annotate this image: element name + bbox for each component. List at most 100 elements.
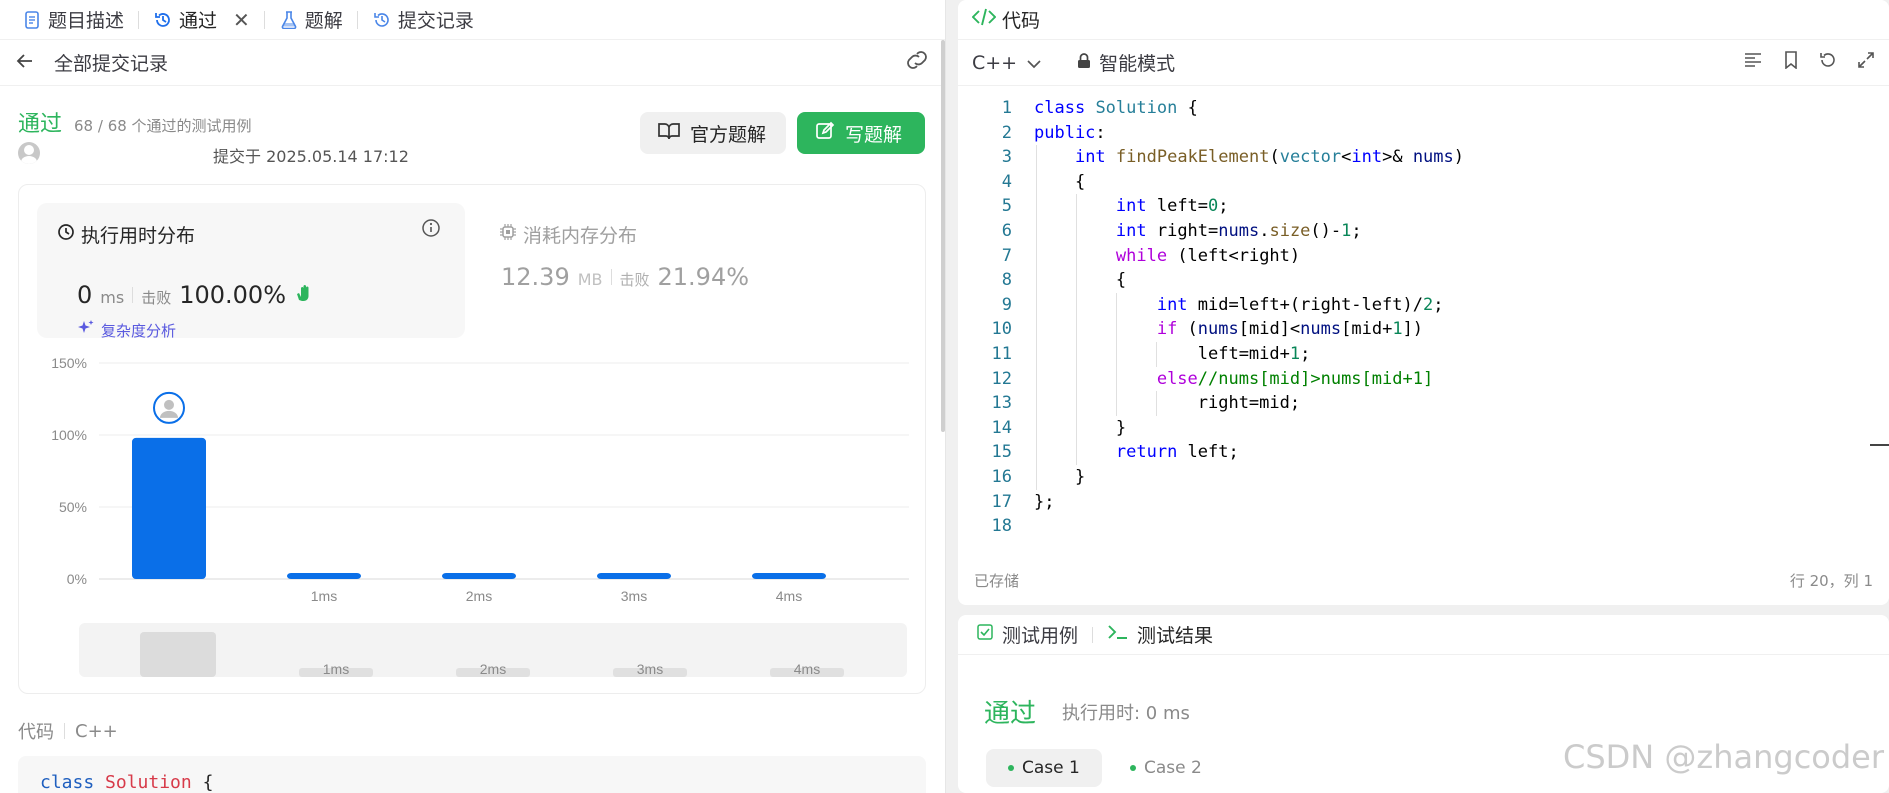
code-line[interactable]: 10 if (nums[mid]<nums[mid+1]) bbox=[958, 317, 1889, 342]
x-tick-label: 2ms bbox=[466, 588, 492, 604]
line-number: 5 bbox=[1001, 196, 1012, 217]
format-icon[interactable] bbox=[1743, 51, 1763, 74]
code-line[interactable]: 7 while (left<right) bbox=[958, 243, 1889, 269]
edit-icon bbox=[815, 121, 835, 146]
case-1-tab[interactable]: Case 1 bbox=[986, 749, 1102, 787]
tab-testcases[interactable]: 测试用例 bbox=[1002, 621, 1078, 648]
code-icon bbox=[971, 8, 997, 31]
pass-dot bbox=[1130, 765, 1136, 771]
code-text: { bbox=[1034, 171, 1086, 192]
code-line[interactable]: 9 int mid=left+(right-left)/2; bbox=[958, 292, 1889, 318]
official-solution-label: 官方题解 bbox=[690, 123, 767, 146]
code-preview[interactable]: class Solution { bbox=[18, 756, 926, 793]
x-tick-label: 1ms bbox=[311, 588, 337, 604]
avatar[interactable] bbox=[18, 142, 40, 164]
code-editor[interactable]: 1 class Solution {2 public: 3 int findPeakE… bbox=[958, 96, 1889, 556]
official-solution-button[interactable]: 官方题解 bbox=[640, 112, 786, 154]
language-select[interactable]: C++ bbox=[972, 52, 1041, 74]
result-tab-bar: 测试用例 测试结果 bbox=[958, 615, 1889, 655]
line-number: 3 bbox=[1001, 147, 1012, 168]
code-line[interactable]: 14 } bbox=[958, 415, 1889, 441]
editor-actions bbox=[1743, 51, 1875, 74]
editor-footer: 已存储 行 20，列 1 bbox=[958, 570, 1889, 594]
code-text: left=mid+1; bbox=[1034, 343, 1311, 364]
code-line[interactable]: 11 left=mid+1; bbox=[958, 341, 1889, 367]
mode-select[interactable]: 智能模式 bbox=[1077, 49, 1175, 76]
submission-subheader: 全部提交记录 bbox=[0, 40, 945, 86]
write-solution-label: 写题解 bbox=[845, 123, 903, 146]
code-text: { bbox=[1034, 270, 1127, 291]
code-line[interactable]: 3 int findPeakElement(vector<int>& nums) bbox=[958, 145, 1889, 170]
code-line[interactable]: 2 public: bbox=[958, 121, 1889, 146]
pass-dot bbox=[1008, 765, 1014, 771]
chart-bar bbox=[752, 573, 826, 579]
cursor-position: 行 20，列 1 bbox=[1789, 572, 1873, 590]
tab-solutions[interactable]: 题解 bbox=[269, 0, 353, 40]
line-number: 14 bbox=[991, 417, 1012, 438]
line-number: 6 bbox=[1001, 220, 1012, 241]
code-line[interactable]: 1 class Solution { bbox=[958, 96, 1889, 121]
y-tick-label: 50% bbox=[59, 499, 87, 515]
tab-passed[interactable]: 通过 ✕ bbox=[143, 0, 260, 40]
minimap-window bbox=[140, 632, 216, 677]
flask-icon bbox=[279, 10, 299, 30]
runtime-distribution-chart[interactable]: 0% 50% 100% 150% 1ms 2ms 3ms 4ms 1ms 2ms 3ms 4ms bbox=[19, 185, 927, 695]
back-arrow-icon[interactable] bbox=[16, 52, 38, 74]
code-line[interactable]: 5 int left=0; bbox=[958, 194, 1889, 219]
code-text: int findPeakElement(vector<int>& nums) bbox=[1074, 147, 1465, 168]
line-number: 13 bbox=[991, 393, 1012, 414]
link-icon[interactable] bbox=[905, 50, 929, 75]
code-editor-panel: 代码 C++ 智能模式 1 class Solution {2 public:… bbox=[958, 0, 1889, 605]
write-solution-button[interactable]: 写题解 bbox=[797, 112, 925, 154]
code-text: class Solution { bbox=[1034, 98, 1198, 118]
code-line[interactable]: 15 return left; bbox=[958, 440, 1889, 465]
code-line[interactable]: 8 { bbox=[958, 268, 1889, 293]
case-label: Case 2 bbox=[1144, 758, 1202, 778]
code-line[interactable]: 18 bbox=[958, 514, 1889, 539]
app-root: 题目描述 通过 ✕ 题解 提交记录 全部提交记录 通过 68 / 68 个通过的… bbox=[0, 0, 1889, 793]
code-line[interactable]: 4 { bbox=[958, 169, 1889, 195]
editor-title: 代码 bbox=[1002, 10, 1041, 32]
line-number: 4 bbox=[1001, 171, 1012, 192]
terminal-icon bbox=[1107, 623, 1129, 646]
line-number: 17 bbox=[991, 491, 1012, 512]
editor-header: 代码 bbox=[958, 0, 1889, 40]
code-text: if (nums[mid]<nums[mid+1]) bbox=[1156, 319, 1424, 340]
result-status: 通过 bbox=[984, 699, 1037, 729]
document-icon bbox=[22, 10, 42, 30]
tab-description[interactable]: 题目描述 bbox=[12, 0, 134, 40]
code-text: right=mid; bbox=[1034, 393, 1301, 414]
subheader-title[interactable]: 全部提交记录 bbox=[54, 49, 168, 76]
close-icon[interactable]: ✕ bbox=[233, 8, 250, 32]
editor-toolbar: C++ 智能模式 bbox=[958, 40, 1889, 86]
left-tab-bar: 题目描述 通过 ✕ 题解 提交记录 bbox=[0, 0, 945, 40]
code-line[interactable]: 12 else//nums[mid]>nums[mid+1] bbox=[958, 366, 1889, 392]
tab-label: 通过 bbox=[179, 10, 218, 32]
case-2-tab[interactable]: Case 2 bbox=[1108, 749, 1224, 787]
expand-icon[interactable] bbox=[1857, 51, 1875, 74]
scroll-marker bbox=[1870, 444, 1889, 446]
bookmark-icon[interactable] bbox=[1783, 51, 1799, 74]
book-icon bbox=[658, 122, 680, 145]
submitted-time: 提交于 2025.05.14 17:12 bbox=[213, 147, 409, 166]
tab-test-result[interactable]: 测试结果 bbox=[1137, 621, 1213, 648]
code-line[interactable]: 16 } bbox=[958, 464, 1889, 490]
code-text: return left; bbox=[1115, 442, 1239, 463]
history-icon bbox=[372, 10, 392, 30]
y-tick-label: 150% bbox=[51, 355, 87, 371]
line-number: 7 bbox=[1001, 245, 1012, 266]
y-tick-label: 100% bbox=[51, 427, 87, 443]
history-icon bbox=[153, 10, 173, 30]
line-number: 10 bbox=[991, 319, 1012, 340]
code-line[interactable]: 13 right=mid; bbox=[958, 391, 1889, 416]
reset-icon[interactable] bbox=[1819, 51, 1837, 74]
tab-submissions[interactable]: 提交记录 bbox=[362, 0, 484, 40]
code-line[interactable]: 6 int right=nums.size()-1; bbox=[958, 218, 1889, 244]
left-scrollbar[interactable] bbox=[941, 40, 945, 432]
tab-label: 题解 bbox=[304, 10, 343, 32]
code-lang: C++ bbox=[75, 720, 118, 742]
code-line[interactable]: 17}; bbox=[958, 490, 1889, 515]
code-label: 代码 bbox=[18, 722, 54, 743]
code-preview-line: class Solution { bbox=[40, 772, 214, 793]
line-number: 15 bbox=[991, 442, 1012, 463]
